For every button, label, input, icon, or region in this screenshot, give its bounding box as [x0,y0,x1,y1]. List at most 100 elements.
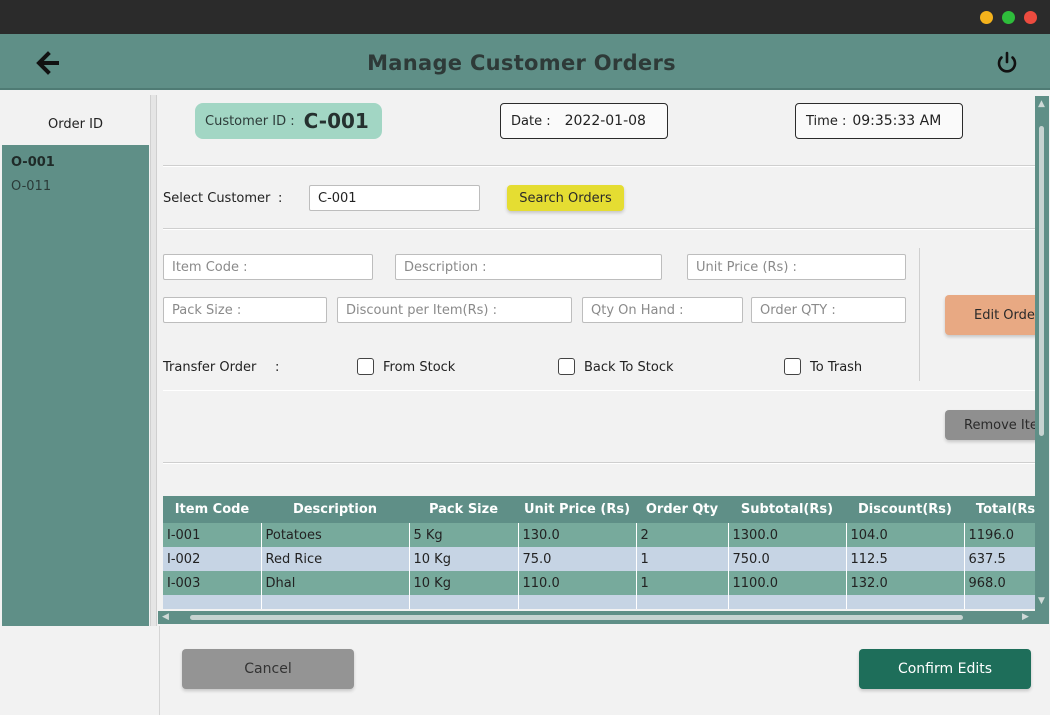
divider [163,228,1035,230]
column-header[interactable]: Order Qty [636,496,728,523]
column-header[interactable]: Unit Price (Rs) [518,496,636,523]
cancel-button[interactable]: Cancel [182,649,354,689]
table-row[interactable]: I-002 Red Rice 10 Kg 75.0 1 750.0 112.5 … [163,547,1035,571]
table-row[interactable]: I-003 Dhal 10 Kg 110.0 1 1100.0 132.0 96… [163,571,1035,595]
table-cell: I-002 [163,547,261,571]
split-pane-divider[interactable] [150,95,157,626]
table-cell: 1196.0 [963,523,1035,547]
column-header[interactable]: Discount(Rs) [846,496,964,523]
scroll-down-icon[interactable]: ▼ [1038,596,1045,606]
order-list-item[interactable]: O-001 [2,151,149,175]
column-header[interactable]: Total(Rs) [964,496,1035,523]
confirm-edits-button[interactable]: Confirm Edits [859,649,1031,689]
table-cell: 112.5 [845,547,964,571]
date-label: Date : [511,113,551,129]
table-cell: 110.0 [517,571,636,595]
table-cell: 1100.0 [727,571,846,595]
description-field[interactable] [395,254,662,280]
table-cell: I-001 [163,523,261,547]
customer-id-badge: Customer ID : C-001 [195,103,382,139]
unit-price-field[interactable] [687,254,906,280]
table-cell: 10 Kg [408,547,518,571]
window-titlebar [0,0,1050,34]
table-cell [635,595,728,609]
table-cell [260,595,409,609]
table-cell [408,595,518,609]
customer-id-value: C-001 [303,109,369,133]
table-cell [517,595,636,609]
column-header[interactable]: Item Code [163,496,261,523]
table-cell: 10 Kg [408,571,518,595]
column-header[interactable]: Pack Size [409,496,518,523]
pack-size-field[interactable] [163,297,327,323]
divider [163,165,1035,167]
order-qty-field[interactable] [751,297,906,323]
table-cell [727,595,846,609]
customer-id-label: Customer ID : [205,113,295,129]
table-cell: 5 Kg [408,523,518,547]
select-customer-colon: : [278,191,283,206]
order-items-table: Item Code Description Pack Size Unit Pri… [163,496,1035,609]
column-header[interactable]: Description [261,496,409,523]
vertical-divider [919,248,920,381]
table-cell: 637.5 [963,547,1035,571]
qty-on-hand-field[interactable] [582,297,743,323]
back-to-stock-checkbox[interactable] [558,358,575,375]
to-trash-checkbox[interactable] [784,358,801,375]
table-cell: 2 [635,523,728,547]
table-cell: Red Rice [260,547,409,571]
edit-order-button[interactable]: Edit Order [945,295,1035,335]
discount-per-item-field[interactable] [337,297,572,323]
from-stock-checkbox[interactable] [357,358,374,375]
remove-item-button[interactable]: Remove Item [945,410,1035,440]
item-code-field[interactable] [163,254,373,280]
close-window-button[interactable] [1024,11,1037,24]
horizontal-scroll-thumb[interactable] [190,615,963,620]
back-to-stock-label: Back To Stock [584,360,674,375]
scroll-up-icon[interactable]: ▲ [1038,99,1045,109]
order-id-sidebar: Order ID O-001 O-011 [2,95,149,626]
order-list-item[interactable]: O-011 [2,175,149,199]
vertical-scrollbar[interactable]: ▲ ▼ [1035,96,1049,611]
table-cell: 130.0 [517,523,636,547]
table-cell: 1 [635,571,728,595]
minimize-window-button[interactable] [980,11,993,24]
from-stock-label: From Stock [383,360,456,375]
time-label: Time : [806,113,847,129]
table-row[interactable] [163,595,1035,609]
transfer-order-label: Transfer Order [163,360,257,375]
table-cell: 104.0 [845,523,964,547]
column-header[interactable]: Subtotal(Rs) [728,496,846,523]
search-orders-button[interactable]: Search Orders [507,185,624,211]
time-display: Time : 09:35:33 AM [795,103,963,139]
table-cell: Dhal [260,571,409,595]
table-cell: 1 [635,547,728,571]
table-header-row: Item Code Description Pack Size Unit Pri… [163,496,1035,523]
to-trash-label: To Trash [810,360,863,375]
table-row[interactable]: I-001 Potatoes 5 Kg 130.0 2 1300.0 104.0… [163,523,1035,547]
order-details-panel: Customer ID : C-001 Date : 2022-01-08 Ti… [158,96,1035,624]
customer-id-input[interactable] [309,185,480,211]
scroll-left-icon[interactable]: ◀ [162,612,169,622]
table-cell: 132.0 [845,571,964,595]
divider [163,390,1035,391]
power-button[interactable] [992,48,1022,78]
date-display: Date : 2022-01-08 [500,103,668,139]
maximize-window-button[interactable] [1002,11,1015,24]
table-cell [845,595,964,609]
page-title: Manage Customer Orders [367,51,676,75]
order-id-heading: Order ID [2,95,149,145]
scroll-right-icon[interactable]: ▶ [1022,612,1029,622]
divider [163,462,1035,464]
date-value: 2022-01-08 [564,113,646,129]
table-cell [163,595,261,609]
table-cell: I-003 [163,571,261,595]
transfer-order-colon: : [275,360,280,375]
page-header: Manage Customer Orders [0,34,1050,90]
table-cell: 75.0 [517,547,636,571]
table-cell: 968.0 [963,571,1035,595]
power-icon [997,51,1017,73]
horizontal-scrollbar[interactable]: ◀ ▶ [158,611,1049,624]
vertical-scroll-thumb[interactable] [1039,126,1044,436]
table-cell: 1300.0 [727,523,846,547]
